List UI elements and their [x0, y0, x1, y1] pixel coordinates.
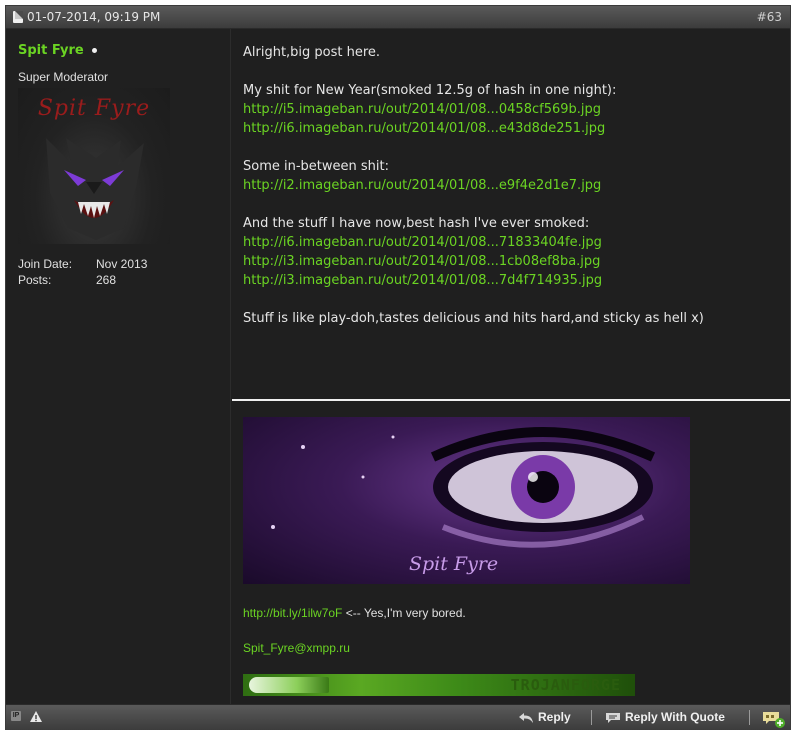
- join-date-value: Nov 2013: [96, 257, 148, 271]
- quote-icon: [606, 713, 620, 723]
- report-warning-icon[interactable]: [29, 710, 43, 723]
- document-icon: [13, 11, 23, 23]
- username-link[interactable]: Spit Fyre: [18, 43, 84, 58]
- multi-quote-icon[interactable]: [762, 710, 786, 728]
- image-link[interactable]: http://i6.imageban.ru/out/2014/01/08...e…: [243, 121, 605, 136]
- signature-divider: [232, 399, 790, 401]
- image-link[interactable]: http://i5.imageban.ru/out/2014/01/08...0…: [243, 102, 601, 117]
- post-date: 01-07-2014, 09:19 PM: [27, 10, 161, 24]
- image-link[interactable]: http://i3.imageban.ru/out/2014/01/08...1…: [243, 254, 600, 269]
- user-info-panel: Spit Fyre Super Moderator Spit Fyre Join…: [6, 29, 231, 704]
- trojanforge-banner-text: TROJANFORGE: [510, 676, 621, 694]
- posts-label: Posts:: [18, 273, 52, 287]
- signature-banner: Spit Fyre: [243, 417, 690, 584]
- reply-icon: [519, 713, 533, 723]
- signature-banner-text: Spit Fyre: [409, 553, 499, 575]
- post-body: Alright,big post here. My shit for New Y…: [232, 29, 790, 704]
- trojanforge-banner[interactable]: TROJANFORGE: [243, 674, 635, 696]
- post-number-link[interactable]: #63: [757, 10, 782, 24]
- divider: [749, 710, 750, 725]
- ip-icon[interactable]: IP: [11, 711, 21, 721]
- post-content: Alright,big post here. My shit for New Y…: [243, 43, 704, 328]
- divider: [591, 710, 592, 725]
- intro-text: Alright,big post here.: [243, 45, 381, 60]
- image-link[interactable]: http://i3.imageban.ru/out/2014/01/08...7…: [243, 273, 602, 288]
- signature-email-link[interactable]: Spit_Fyre@xmpp.ru: [243, 641, 350, 655]
- between-text: Some in-between shit:: [243, 159, 389, 174]
- user-title: Super Moderator: [18, 70, 109, 84]
- wolf-head-icon: [46, 138, 144, 240]
- trojanforge-logo-icon: [249, 677, 329, 693]
- post-footer: IP Reply Reply With Quote: [6, 704, 790, 730]
- join-date-label: Join Date:: [18, 257, 73, 271]
- posts-value: 268: [96, 273, 117, 287]
- image-link[interactable]: http://i6.imageban.ru/out/2014/01/08...7…: [243, 235, 602, 250]
- signature-link[interactable]: http://bit.ly/1ilw7oF: [243, 606, 342, 620]
- reply-with-quote-button[interactable]: Reply With Quote: [625, 710, 725, 724]
- new-year-text: My shit for New Year(smoked 12.5g of has…: [243, 83, 617, 98]
- image-link[interactable]: http://i2.imageban.ru/out/2014/01/08...e…: [243, 178, 601, 193]
- now-text: And the stuff I have now,best hash I've …: [243, 216, 590, 231]
- online-status-icon: [92, 48, 97, 53]
- avatar[interactable]: Spit Fyre: [18, 88, 170, 244]
- signature-link-line: http://bit.ly/1ilw7oF <-- Yes,I'm very b…: [243, 606, 466, 620]
- post-header: 01-07-2014, 09:19 PM #63: [6, 6, 790, 29]
- signature-link-suffix: <-- Yes,I'm very bored.: [342, 606, 466, 620]
- forum-post: 01-07-2014, 09:19 PM #63 Spit Fyre Super…: [5, 5, 791, 730]
- closing-text: Stuff is like play-doh,tastes delicious …: [243, 311, 704, 326]
- reply-button[interactable]: Reply: [538, 710, 571, 724]
